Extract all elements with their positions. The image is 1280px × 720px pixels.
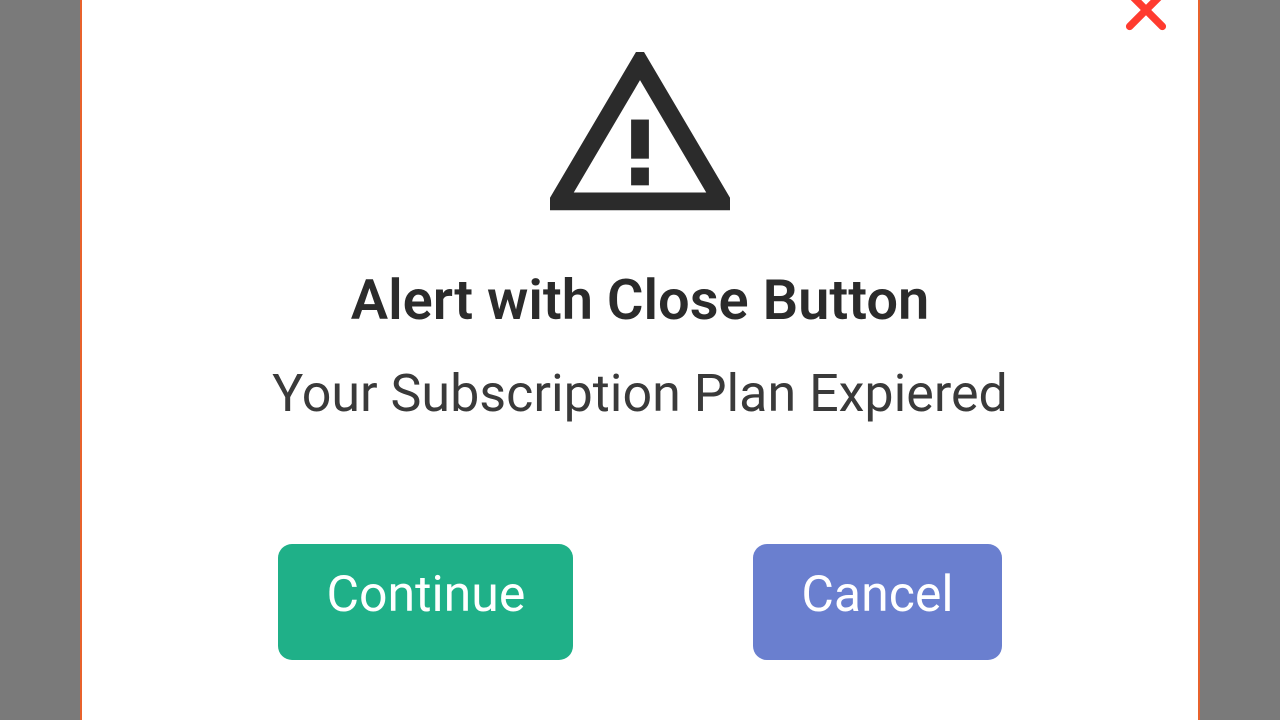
cancel-button[interactable]: Cancel — [753, 544, 1001, 660]
dialog-title: Alert with Close Button — [82, 267, 1198, 333]
continue-button[interactable]: Continue — [278, 544, 573, 660]
modal-backdrop: Alert with Close Button Your Subscriptio… — [0, 0, 1280, 720]
dialog-button-row: Continue Cancel — [82, 544, 1198, 660]
dialog-message: Your Subscription Plan Expiered — [82, 363, 1198, 424]
close-button[interactable] — [1116, 0, 1176, 40]
close-icon — [1118, 0, 1174, 38]
alert-dialog: Alert with Close Button Your Subscriptio… — [80, 0, 1200, 720]
warning-icon — [82, 52, 1198, 212]
